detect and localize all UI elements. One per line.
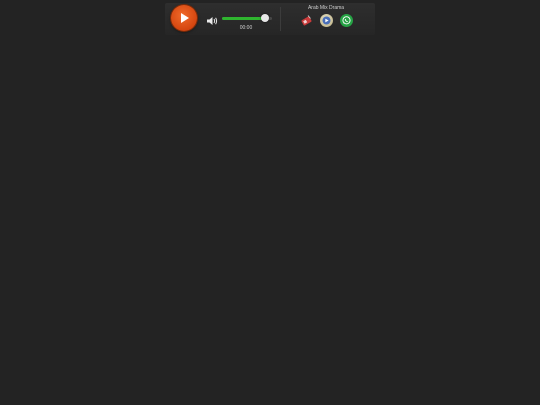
play-icon [181,13,189,23]
whatsapp-icon[interactable] [340,14,353,27]
volume-slider[interactable] [222,14,272,22]
volume-fill [222,17,265,20]
divider [280,7,281,31]
media-player-icon[interactable] [320,14,333,27]
elapsed-time: 00:00 [239,25,253,31]
radio-share-icon[interactable] [300,14,313,27]
play-button[interactable] [171,5,197,31]
station-name: Arab Mix Drama [307,5,345,11]
audio-player-bar: 00:00 Arab Mix Drama [165,3,375,35]
volume-handle[interactable] [260,14,269,22]
speaker-icon[interactable] [207,13,219,25]
